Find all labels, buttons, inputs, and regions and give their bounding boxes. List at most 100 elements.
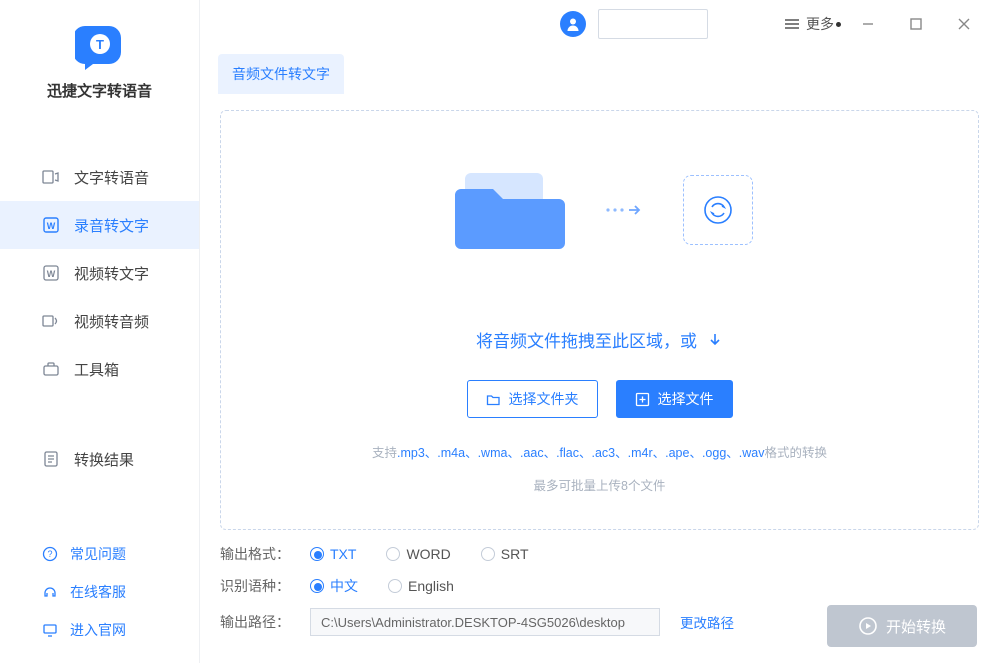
main-content: 更多 音频文件转文字 将音频文件拖拽至此区域，或 — [200, 0, 999, 663]
minimize-button[interactable] — [847, 8, 889, 40]
select-folder-label: 选择文件夹 — [509, 389, 579, 409]
audio-text-icon: W — [42, 216, 60, 234]
nav-label: 录音转文字 — [74, 215, 149, 236]
select-file-label: 选择文件 — [658, 389, 714, 409]
notification-dot-icon — [836, 22, 841, 27]
arrow-right-icon — [605, 203, 645, 217]
link-support[interactable]: 在线客服 — [0, 573, 199, 611]
monitor-icon — [42, 622, 58, 638]
nav-text-to-speech[interactable]: 文字转语音 — [0, 153, 199, 201]
video-audio-icon — [42, 312, 60, 330]
button-row: 选择文件夹 选择文件 — [467, 380, 733, 418]
tab-audio-to-text[interactable]: 音频文件转文字 — [218, 54, 344, 94]
link-label: 常见问题 — [70, 544, 126, 564]
plus-box-icon — [635, 392, 650, 407]
download-arrow-icon — [707, 332, 723, 348]
radio-dot-icon — [310, 579, 324, 593]
sidebar: T 迅捷文字转语音 文字转语音 W 录音转文字 W 视频转文字 视频转音频 工具… — [0, 0, 200, 663]
language-label: 识别语种： — [220, 576, 290, 596]
link-label: 在线客服 — [70, 582, 126, 602]
toolbox-icon — [42, 360, 60, 378]
output-format-label: 输出格式： — [220, 544, 290, 564]
folder-small-icon — [486, 392, 501, 407]
question-icon: ? — [42, 546, 58, 562]
nav-label: 视频转音频 — [74, 311, 149, 332]
folder-icon — [447, 165, 567, 255]
maximize-button[interactable] — [895, 8, 937, 40]
logo-area: T 迅捷文字转语音 — [0, 0, 199, 129]
radio-txt[interactable]: TXT — [310, 546, 356, 562]
hint-formats: .mp3、.m4a、.wma、.aac、.flac、.ac3、.m4r、.ape… — [397, 446, 764, 460]
format-radio-group: TXT WORD SRT — [310, 546, 529, 562]
more-menu[interactable]: 更多 — [784, 14, 841, 34]
language-row: 识别语种： 中文 English — [220, 576, 979, 596]
change-path-link[interactable]: 更改路径 — [680, 612, 734, 632]
nav-list: 文字转语音 W 录音转文字 W 视频转文字 视频转音频 工具箱 转换结果 — [0, 153, 199, 483]
nav-results[interactable]: 转换结果 — [0, 435, 199, 483]
text-speech-icon — [42, 168, 60, 186]
nav-label: 工具箱 — [74, 359, 119, 380]
more-label: 更多 — [806, 14, 834, 34]
svg-text:W: W — [47, 221, 56, 231]
radio-label: TXT — [330, 546, 356, 562]
radio-dot-icon — [310, 547, 324, 561]
video-text-icon: W — [42, 264, 60, 282]
dropzone[interactable]: 将音频文件拖拽至此区域，或 选择文件夹 选择文件 支持.mp3、.m4a、.wm… — [220, 110, 979, 530]
language-radio-group: 中文 English — [310, 576, 454, 596]
headset-icon — [42, 584, 58, 600]
nav-audio-to-text[interactable]: W 录音转文字 — [0, 201, 199, 249]
radio-label: SRT — [501, 546, 529, 562]
radio-dot-icon — [388, 579, 402, 593]
radio-srt[interactable]: SRT — [481, 546, 529, 562]
drag-instruction: 将音频文件拖拽至此区域，或 — [476, 327, 723, 352]
format-hint: 支持.mp3、.m4a、.wma、.aac、.flac、.ac3、.m4r、.a… — [372, 442, 827, 461]
svg-text:?: ? — [47, 549, 52, 559]
nav-toolbox[interactable]: 工具箱 — [0, 345, 199, 393]
radio-word[interactable]: WORD — [386, 546, 450, 562]
hint-suffix: 格式的转换 — [764, 446, 827, 460]
convert-target-icon — [683, 175, 753, 245]
radio-english[interactable]: English — [388, 576, 454, 596]
link-label: 进入官网 — [70, 620, 126, 640]
select-file-button[interactable]: 选择文件 — [616, 380, 733, 418]
radio-dot-icon — [386, 547, 400, 561]
menu-lines-icon — [784, 18, 800, 30]
output-path-input[interactable]: C:\Users\Administrator.DESKTOP-4SG5026\d… — [310, 608, 660, 636]
results-icon — [42, 450, 60, 468]
user-input[interactable] — [598, 9, 708, 39]
help-links: ? 常见问题 在线客服 进入官网 — [0, 535, 199, 663]
avatar[interactable] — [560, 11, 586, 37]
play-circle-icon — [858, 616, 878, 636]
svg-text:W: W — [47, 269, 56, 279]
link-website[interactable]: 进入官网 — [0, 611, 199, 649]
output-path-label: 输出路径： — [220, 612, 290, 632]
hint-prefix: 支持 — [372, 446, 397, 460]
radio-chinese[interactable]: 中文 — [310, 576, 358, 596]
app-logo-icon: T — [75, 20, 125, 70]
radio-label: English — [408, 578, 454, 594]
app-name: 迅捷文字转语音 — [47, 80, 152, 101]
nav-label: 文字转语音 — [74, 167, 149, 188]
nav-label: 视频转文字 — [74, 263, 149, 284]
nav-label: 转换结果 — [74, 449, 134, 470]
tab-bar: 音频文件转文字 — [200, 48, 999, 94]
batch-hint: 最多可批量上传8个文件 — [534, 475, 666, 494]
radio-dot-icon — [481, 547, 495, 561]
user-icon — [565, 16, 581, 32]
dropzone-graphic — [447, 165, 753, 255]
start-convert-button[interactable]: 开始转换 — [827, 605, 977, 647]
radio-label: WORD — [406, 546, 450, 562]
minimize-icon — [861, 17, 875, 31]
radio-label: 中文 — [330, 576, 358, 596]
output-format-row: 输出格式： TXT WORD SRT — [220, 544, 979, 564]
drag-text-label: 将音频文件拖拽至此区域，或 — [476, 327, 697, 352]
nav-video-to-text[interactable]: W 视频转文字 — [0, 249, 199, 297]
nav-video-to-audio[interactable]: 视频转音频 — [0, 297, 199, 345]
link-faq[interactable]: ? 常见问题 — [0, 535, 199, 573]
select-folder-button[interactable]: 选择文件夹 — [467, 380, 598, 418]
titlebar: 更多 — [200, 0, 999, 48]
close-button[interactable] — [943, 8, 985, 40]
start-button-label: 开始转换 — [886, 616, 946, 637]
close-icon — [957, 17, 971, 31]
maximize-icon — [909, 17, 923, 31]
